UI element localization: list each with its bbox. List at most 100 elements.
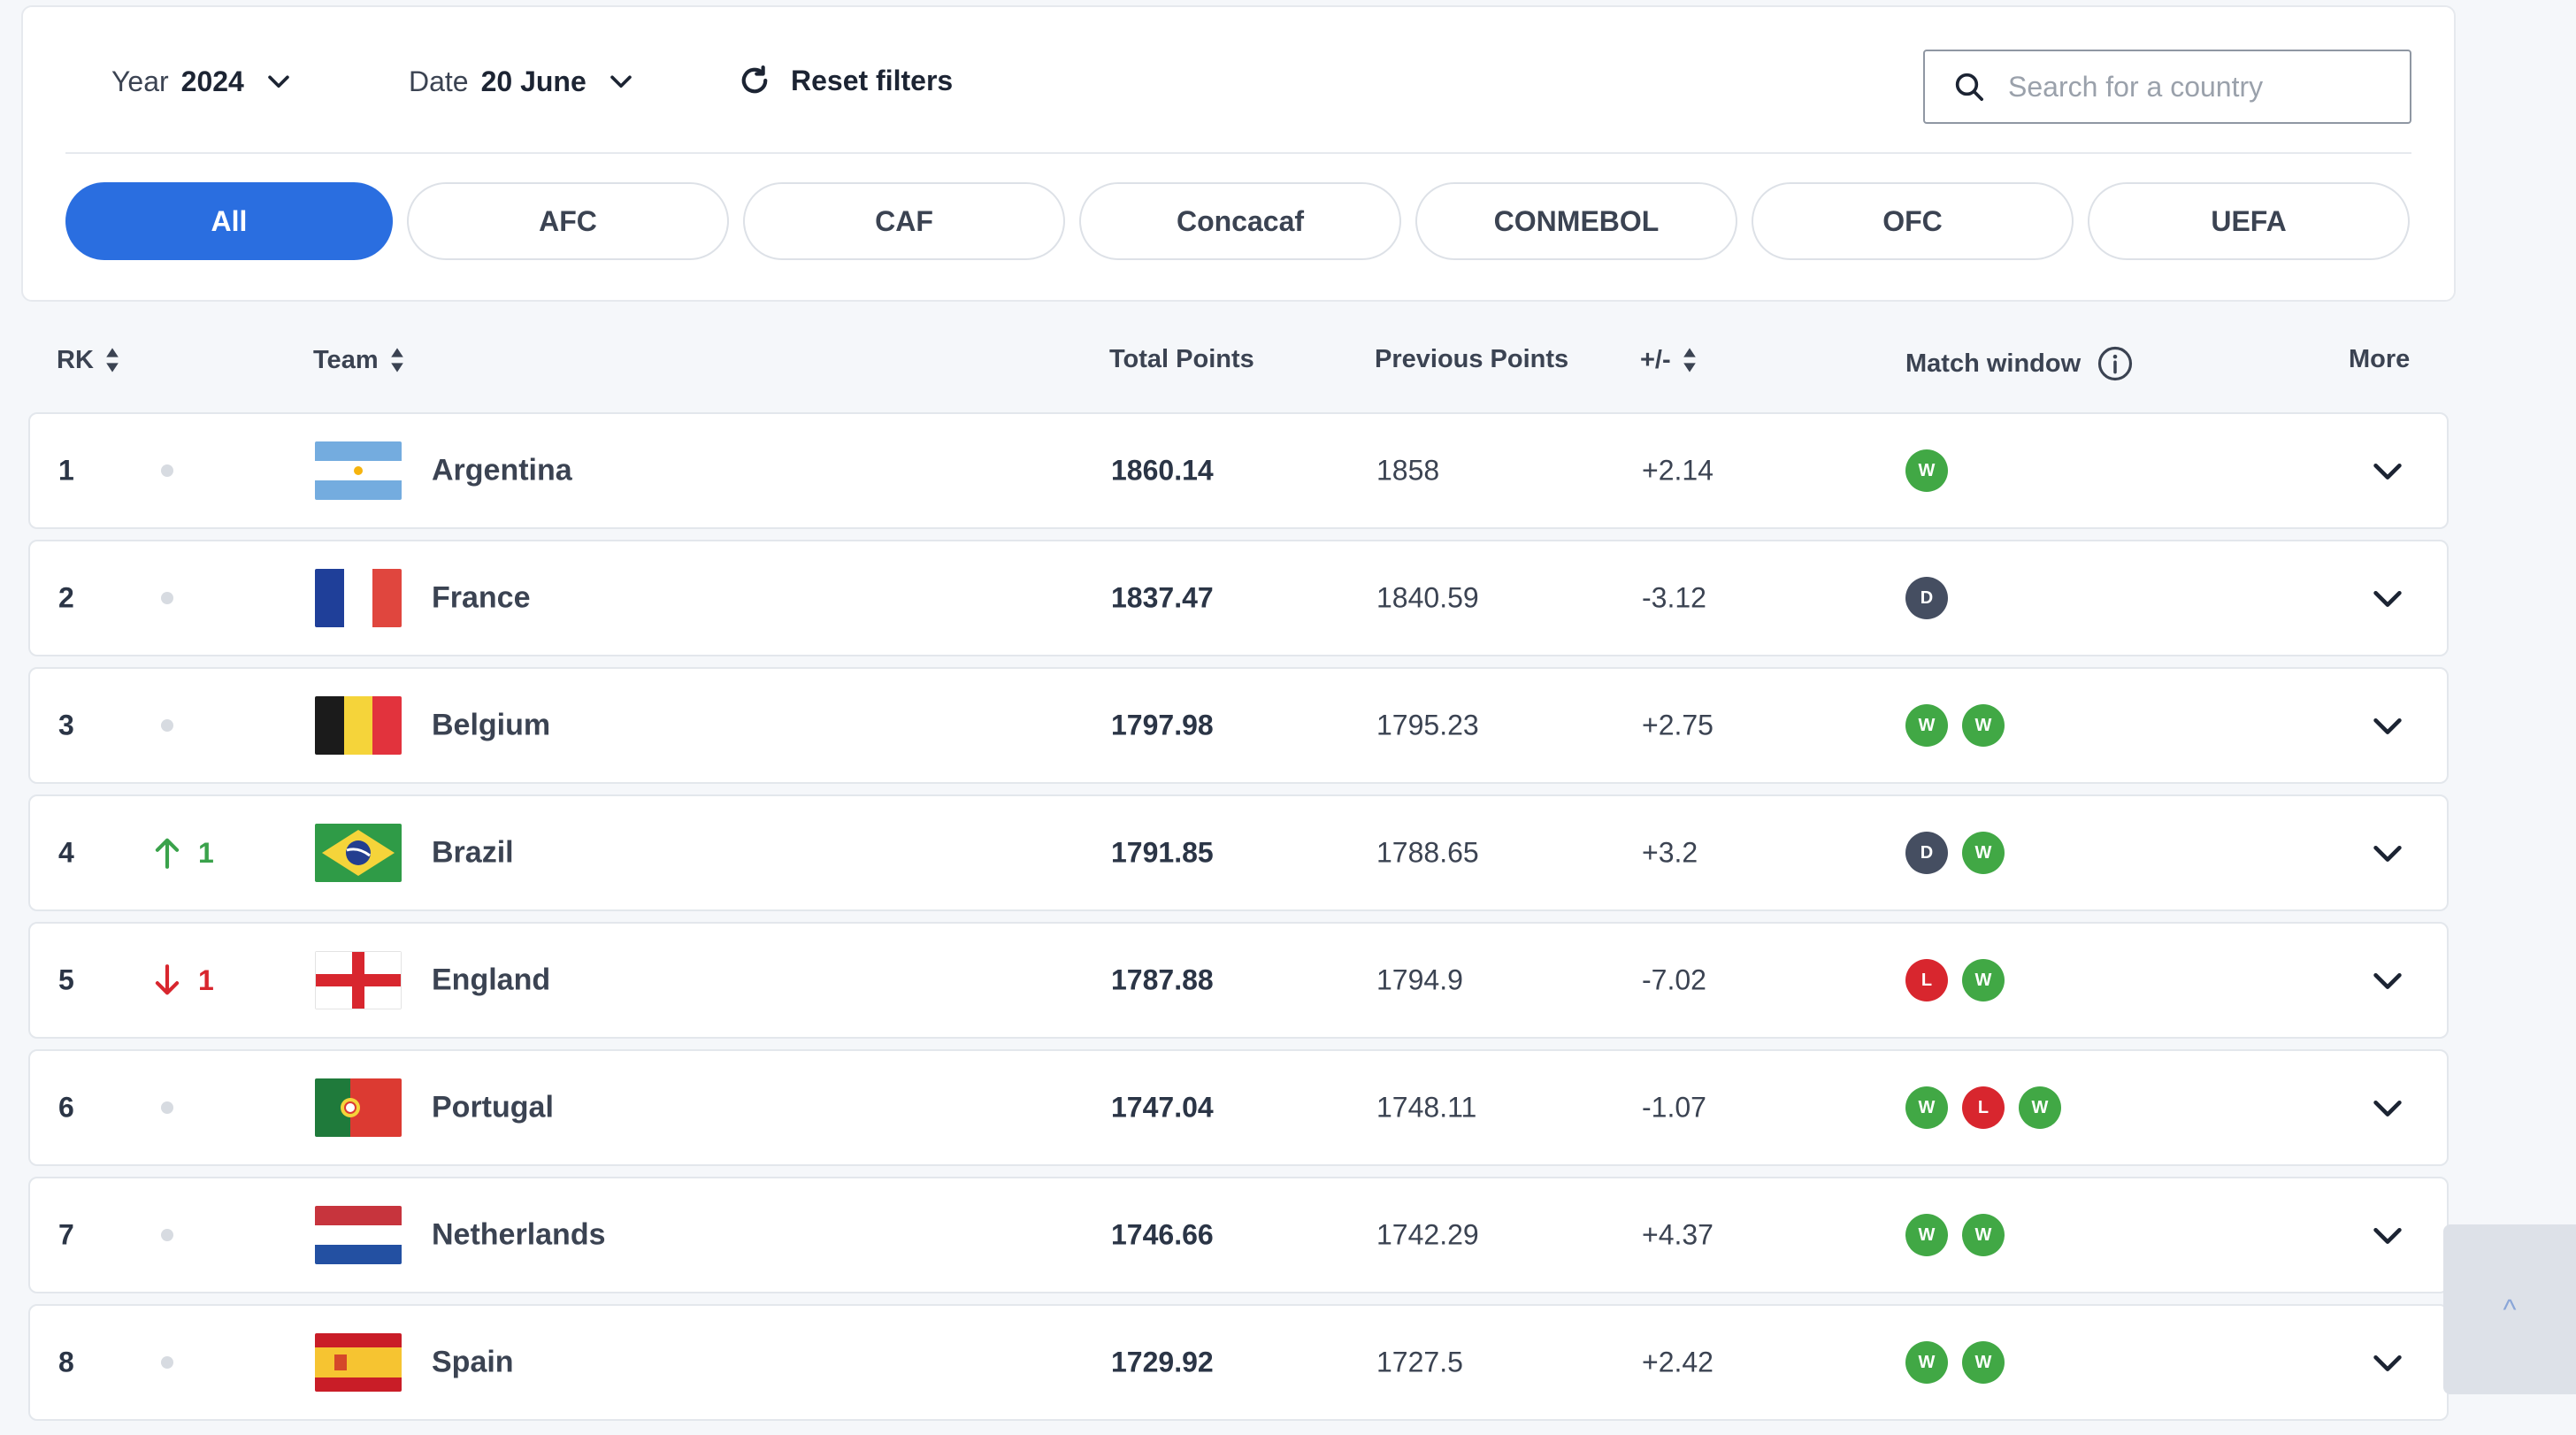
table-row[interactable]: 5 1 England 1787.88 1794.9 -7.02 L W <box>28 922 2449 1039</box>
tab-caf[interactable]: CAF <box>743 182 1065 260</box>
rank: 5 <box>58 963 74 996</box>
expand-row-button[interactable] <box>2367 1342 2408 1383</box>
rank-movement: 1 <box>152 963 214 997</box>
diff-header[interactable]: +/- <box>1640 345 1698 375</box>
total-points-header-label: Total Points <box>1109 345 1254 373</box>
info-icon[interactable] <box>2097 345 2134 382</box>
result-badge: W <box>1962 832 2005 874</box>
chevron-down-icon <box>2373 1100 2402 1117</box>
date-value: 20 June <box>480 65 586 97</box>
team-name[interactable]: Spain <box>432 1346 514 1380</box>
expand-row-button[interactable] <box>2367 960 2408 1001</box>
expand-row-button[interactable] <box>2367 833 2408 873</box>
tab-uefa[interactable]: UEFA <box>2088 182 2410 260</box>
date-dropdown[interactable]: Date 20 June <box>409 65 636 98</box>
result-badge: D <box>1905 577 1948 619</box>
expand-row-button[interactable] <box>2367 578 2408 618</box>
flag-belgium <box>315 696 402 755</box>
rank: 4 <box>58 836 74 869</box>
flag-portugal <box>315 1078 402 1137</box>
expand-row-button[interactable] <box>2367 705 2408 746</box>
chevron-down-icon <box>268 74 289 88</box>
reset-filters-button[interactable]: Reset filters <box>736 62 953 99</box>
tab-afc[interactable]: AFC <box>407 182 729 260</box>
result-badge: W <box>1905 704 1948 747</box>
rank-header[interactable]: RK <box>57 345 120 375</box>
flag-icon <box>315 696 402 755</box>
team-header[interactable]: Team <box>313 345 405 375</box>
team-name[interactable]: Argentina <box>432 454 572 488</box>
result-badge: W <box>1962 704 2005 747</box>
table-row[interactable]: 1 Argentina 1860.14 1858 +2.14 W <box>28 412 2449 529</box>
points-diff: +4.37 <box>1642 1218 1714 1251</box>
team-name[interactable]: Belgium <box>432 709 550 743</box>
chevron-down-icon <box>2373 718 2402 734</box>
rank-movement: 1 <box>152 836 214 870</box>
result-badge: L <box>1905 959 1948 1001</box>
match-window: DW <box>1905 832 2005 874</box>
team-name[interactable]: Portugal <box>432 1091 554 1125</box>
table-row[interactable]: 2 France 1837.47 1840.59 -3.12 D <box>28 540 2449 656</box>
confederation-tabs: All AFC CAF Concacaf CONMEBOL OFC UEFA <box>65 182 2410 260</box>
table-row[interactable]: 7 Netherlands 1746.66 1742.29 +4.37 W W <box>28 1177 2449 1293</box>
tab-ofc[interactable]: OFC <box>1752 182 2074 260</box>
team-name[interactable]: Brazil <box>432 836 514 871</box>
result-badge: W <box>2019 1086 2061 1129</box>
total-points: 1860.14 <box>1111 454 1214 487</box>
total-points: 1797.98 <box>1111 709 1214 741</box>
tab-conmebol[interactable]: CONMEBOL <box>1415 182 1737 260</box>
no-change-dot <box>161 464 173 477</box>
arrow-down-icon <box>155 964 180 995</box>
points-diff: +2.14 <box>1642 454 1714 487</box>
expand-row-button[interactable] <box>2367 450 2408 491</box>
more-header-label: More <box>2349 345 2411 373</box>
team-name[interactable]: France <box>432 581 531 616</box>
rank-header-label: RK <box>57 345 94 374</box>
match-window: W <box>1905 449 1948 492</box>
rank-movement <box>152 1101 173 1114</box>
result-badge: W <box>1962 1341 2005 1384</box>
search-input[interactable] <box>2006 69 2381 104</box>
result-badge: W <box>1905 1341 1948 1384</box>
sort-icon <box>1683 348 1696 372</box>
rank: 8 <box>58 1346 74 1378</box>
total-points: 1837.47 <box>1111 581 1214 614</box>
expand-row-button[interactable] <box>2367 1087 2408 1128</box>
points-diff: +3.2 <box>1642 836 1698 869</box>
filter-panel: Year 2024 Date 20 June Reset filters All… <box>21 5 2456 302</box>
year-dropdown[interactable]: Year 2024 <box>111 65 294 98</box>
table-row[interactable]: 3 Belgium 1797.98 1795.23 +2.75 W W <box>28 667 2449 784</box>
country-search[interactable] <box>1923 50 2411 124</box>
expand-row-button[interactable] <box>2367 1215 2408 1255</box>
match-window: LW <box>1905 959 2005 1001</box>
no-change-dot <box>161 592 173 604</box>
match-window: WW <box>1905 1341 2005 1384</box>
match-window: WLW <box>1905 1086 2061 1129</box>
search-icon <box>1955 73 1983 101</box>
sort-icon <box>106 348 119 372</box>
flag-spain <box>315 1333 402 1392</box>
previous-points: 1748.11 <box>1376 1091 1477 1124</box>
team-name[interactable]: England <box>432 963 550 998</box>
date-label: Date <box>409 65 469 97</box>
team-header-label: Team <box>313 345 379 374</box>
rank-movement <box>152 592 173 604</box>
back-to-top-button[interactable]: ^ <box>2443 1224 2576 1394</box>
previous-points-header: Previous Points <box>1375 345 1568 374</box>
table-row[interactable]: 8 Spain 1729.92 1727.5 +2.42 W W <box>28 1304 2449 1421</box>
match-window-header-label: Match window <box>1905 349 2082 378</box>
chevron-down-icon <box>2373 972 2402 989</box>
table-header: RK Team Total Points Previous Points +/-… <box>0 345 2477 382</box>
team-name[interactable]: Netherlands <box>432 1218 606 1253</box>
tab-all[interactable]: All <box>65 182 393 260</box>
no-change-dot <box>161 1101 173 1114</box>
flag-netherlands <box>315 1206 402 1264</box>
flag-icon <box>315 1333 402 1392</box>
flag-england <box>315 951 402 1009</box>
back-to-top-icon: ^ <box>2503 1293 2517 1325</box>
arrow-up-icon <box>155 838 180 869</box>
table-row[interactable]: 6 Portugal 1747.04 1748.11 -1.07 W L W <box>28 1049 2449 1166</box>
tab-concacaf[interactable]: Concacaf <box>1079 182 1401 260</box>
points-diff: -1.07 <box>1642 1091 1706 1124</box>
table-row[interactable]: 4 1 Brazil 1791.85 1788.65 +3.2 D W <box>28 794 2449 911</box>
